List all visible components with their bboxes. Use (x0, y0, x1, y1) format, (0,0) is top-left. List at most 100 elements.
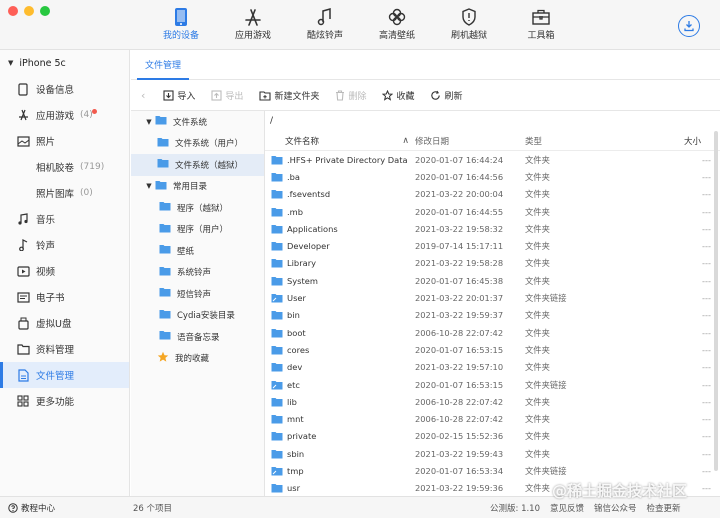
tree-node-label: 文件系统（用户） (175, 139, 244, 150)
sidebar-item-label: 更多功能 (36, 397, 75, 408)
new-folder-button[interactable]: 新建文件夹 (259, 89, 319, 102)
help-center-link[interactable]: 教程中心 (8, 502, 55, 514)
file-row[interactable]: .mb 2020-01-07 16:44:55 文件夹 --- (265, 203, 720, 220)
file-row[interactable]: .ba 2020-01-07 16:44:56 文件夹 --- (265, 168, 720, 185)
column-header-type[interactable]: 类型 (525, 135, 645, 147)
file-name-cell: Library (265, 258, 415, 268)
file-row[interactable]: tmp 2020-01-07 16:53:34 文件夹链接 --- (265, 462, 720, 479)
sidebar-item-camera-roll[interactable]: 相机胶卷 (719) (0, 154, 129, 180)
sidebar-item-ringtones[interactable]: 铃声 (0, 232, 129, 258)
tree-node-fs-user[interactable]: 文件系统（用户） (131, 133, 264, 155)
new-folder-label: 新建文件夹 (274, 92, 320, 102)
tree-node-favorites[interactable]: 我的收藏 (131, 348, 264, 370)
file-row[interactable]: System 2020-01-07 16:45:38 文件夹 --- (265, 272, 720, 289)
column-header-name[interactable]: 文件名称 ∧ (265, 135, 415, 147)
sidebar-item-file-manager[interactable]: 文件管理 (0, 362, 129, 388)
nav-tab-my-device[interactable]: 我的设备 (145, 6, 217, 46)
file-type: 文件夹 (525, 414, 550, 425)
nav-tab-toolbox[interactable]: 工具箱 (505, 6, 577, 46)
file-row[interactable]: etc 2020-01-07 16:53:15 文件夹链接 --- (265, 376, 720, 393)
file-size: --- (702, 396, 711, 407)
sidebar-item-ebooks[interactable]: 电子书 (0, 284, 129, 310)
file-type: 文件夹 (525, 310, 550, 321)
sidebar-item-apps[interactable]: 应用游戏 (4) (0, 102, 129, 128)
nav-tab-wallpapers[interactable]: 高清壁纸 (361, 6, 433, 46)
file-row[interactable]: .fseventsd 2021-03-22 20:00:04 文件夹 --- (265, 186, 720, 203)
sidebar-item-video[interactable]: 视频 (0, 258, 129, 284)
folder-icon (271, 345, 283, 355)
file-row[interactable]: sbin 2021-03-22 19:59:43 文件夹 --- (265, 445, 720, 462)
file-row[interactable]: mnt 2006-10-28 22:07:42 文件夹 --- (265, 410, 720, 427)
sidebar-item-data-manager[interactable]: 资料管理 (0, 336, 129, 362)
check-update-link[interactable]: 检查更新 (647, 502, 681, 514)
feedback-link[interactable]: 意见反馈 (550, 502, 584, 514)
tab-file-manager[interactable]: 文件管理 (137, 50, 190, 80)
vertical-scrollbar[interactable] (714, 131, 718, 471)
refresh-button[interactable]: 刷新 (430, 89, 463, 102)
tree-node-fs-jailbreak[interactable]: 文件系统（越狱） (131, 154, 264, 176)
file-row[interactable]: cores 2020-01-07 16:53:15 文件夹 --- (265, 341, 720, 358)
file-row[interactable]: private 2020-02-15 15:52:36 文件夹 --- (265, 428, 720, 445)
file-row[interactable]: bin 2021-03-22 19:59:37 文件夹 --- (265, 307, 720, 324)
file-date: 2021-03-22 19:58:28 (415, 258, 504, 269)
file-icon (16, 368, 30, 382)
nav-tab-jailbreak[interactable]: 刷机越狱 (433, 6, 505, 46)
zoom-window-button[interactable] (40, 6, 50, 16)
minimize-window-button[interactable] (24, 6, 34, 16)
sidebar-item-photo-library[interactable]: 照片图库 (0) (0, 180, 129, 206)
nav-tab-ringtones[interactable]: 酷炫铃声 (289, 6, 361, 46)
delete-button[interactable]: 删除 (335, 89, 366, 102)
usb-icon (16, 316, 30, 330)
favorite-button[interactable]: 收藏 (382, 89, 414, 102)
column-header-size[interactable]: 大小 (645, 135, 715, 147)
file-type: 文件夹 (525, 241, 550, 252)
tree-node-label: Cydia安装目录 (177, 311, 235, 322)
nav-tab-apps[interactable]: 应用游戏 (217, 6, 289, 46)
music-icon (16, 212, 30, 226)
back-icon[interactable]: ‹ (141, 89, 145, 102)
file-row[interactable]: Developer 2019-07-14 15:17:11 文件夹 --- (265, 237, 720, 254)
tree-node-apps-user[interactable]: 程序（用户） (131, 219, 264, 241)
tree-node-voice-memos[interactable]: 语音备忘录 (131, 326, 264, 348)
favorite-label: 收藏 (396, 92, 415, 102)
tree-node-wallpaper[interactable]: 壁纸 (131, 240, 264, 262)
tree-node-system-ringtones[interactable]: 系统铃声 (131, 262, 264, 284)
file-type: 文件夹 (525, 275, 550, 286)
tree-node-file-system[interactable]: ▼ 文件系统 (131, 111, 264, 133)
sidebar-item-music[interactable]: 音乐 (0, 206, 129, 232)
wechat-link[interactable]: 锦信公众号 (594, 502, 637, 514)
file-row[interactable]: .HFS+ Private Directory Data 2020-01-07 1… (265, 151, 720, 168)
tree-node-common-dirs[interactable]: ▼ 常用目录 (131, 176, 264, 198)
tree-node-apps-jailbreak[interactable]: 程序（越狱） (131, 197, 264, 219)
close-window-button[interactable] (8, 6, 18, 16)
file-date: 2019-07-14 15:17:11 (415, 241, 504, 252)
sort-asc-icon: ∧ (402, 135, 409, 146)
file-row[interactable]: User 2021-03-22 20:01:37 文件夹链接 --- (265, 289, 720, 306)
column-header-date[interactable]: 修改日期 (415, 135, 525, 147)
download-button[interactable] (678, 15, 700, 37)
sidebar-item-virtual-usb[interactable]: 虚拟U盘 (0, 310, 129, 336)
file-name-cell: .fseventsd (265, 189, 415, 199)
sidebar-item-more[interactable]: 更多功能 (0, 388, 129, 414)
tree-node-sms-ringtones[interactable]: 短信铃声 (131, 283, 264, 305)
sidebar-item-device-info[interactable]: 设备信息 (0, 76, 129, 102)
file-row[interactable]: boot 2006-10-28 22:07:42 文件夹 --- (265, 324, 720, 341)
tree-node-cydia[interactable]: Cydia安装目录 (131, 305, 264, 327)
file-row[interactable]: Applications 2021-03-22 19:58:32 文件夹 --- (265, 220, 720, 237)
import-button[interactable]: 导入 (163, 89, 195, 102)
file-name: User (287, 293, 306, 304)
import-icon (163, 90, 174, 101)
file-row[interactable]: Library 2021-03-22 19:58:28 文件夹 --- (265, 255, 720, 272)
tree-node-label: 常用目录 (173, 182, 208, 193)
sidebar: ▼ iPhone 5c 设备信息 应用游戏 (4) 照片 相机胶卷 (719) … (0, 50, 130, 496)
file-row[interactable]: dev 2021-03-22 19:57:10 文件夹 --- (265, 359, 720, 376)
sidebar-item-label: 视频 (36, 267, 56, 278)
folder-icon (157, 158, 169, 171)
file-name: private (287, 431, 317, 442)
file-type: 文件夹 (525, 171, 550, 182)
sidebar-item-label: 铃声 (36, 241, 56, 252)
sidebar-item-photos[interactable]: 照片 (0, 128, 129, 154)
export-button[interactable]: 导出 (211, 89, 243, 102)
device-header[interactable]: ▼ iPhone 5c (0, 50, 129, 76)
file-row[interactable]: lib 2006-10-28 22:07:42 文件夹 --- (265, 393, 720, 410)
